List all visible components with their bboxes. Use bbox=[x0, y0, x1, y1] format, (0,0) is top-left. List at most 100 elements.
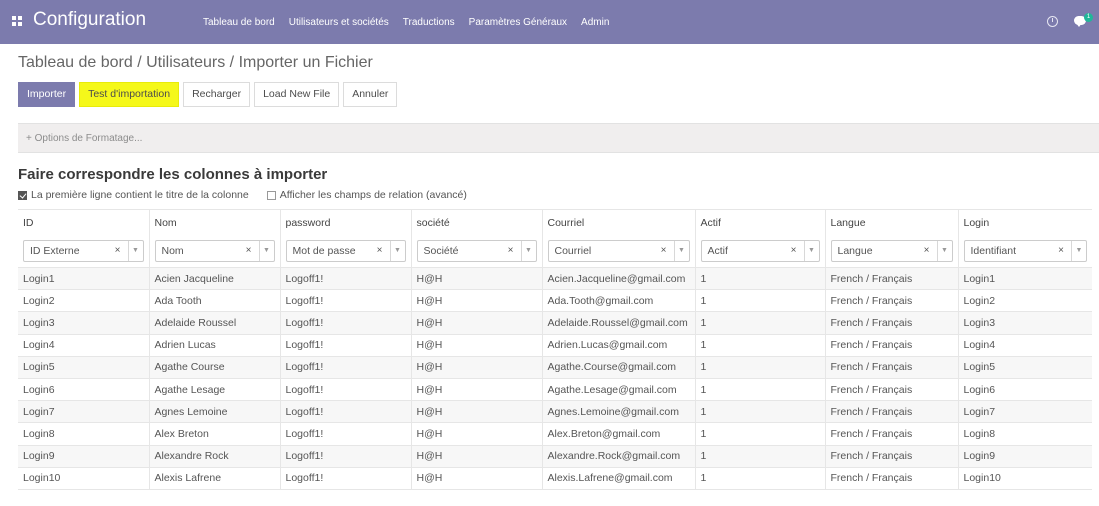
field-mapping-value: Nom bbox=[161, 245, 184, 258]
chevron-down-icon[interactable]: ▼ bbox=[258, 241, 274, 262]
column-header: Langue bbox=[825, 209, 959, 236]
table-cell: Login6 bbox=[958, 377, 1092, 401]
table-cell: H@H bbox=[411, 377, 543, 401]
table-cell: Logoff1! bbox=[280, 377, 412, 401]
table-row: Login7 Agnes Lemoine Logoff1! H@H Agnes.Lemo… bbox=[18, 400, 1092, 423]
activity-clock-icon[interactable] bbox=[1047, 16, 1058, 27]
table-cell: Login3 bbox=[18, 311, 150, 335]
field-mapping-cell: Actif × ▼ bbox=[695, 235, 826, 268]
table-cell: French / Français bbox=[825, 333, 959, 357]
chevron-down-icon[interactable]: ▼ bbox=[936, 241, 952, 262]
apps-menu-icon[interactable] bbox=[12, 16, 22, 26]
table-row: Login1 Acien Jacqueline Logoff1! H@H Acien.J… bbox=[18, 266, 1092, 290]
field-mapping-select[interactable]: Société × ▼ bbox=[416, 240, 537, 263]
table-cell: 1 bbox=[695, 377, 826, 401]
menu-item-general-settings[interactable]: Paramètres Généraux bbox=[469, 17, 567, 28]
table-cell: Ada.Tooth@gmail.com bbox=[542, 289, 696, 312]
formatting-options-toggle[interactable]: + Options de Formatage... bbox=[26, 133, 142, 144]
field-mapping-cell: Mot de passe × ▼ bbox=[280, 235, 412, 268]
table-cell: Login8 bbox=[958, 422, 1092, 445]
table-cell: Logoff1! bbox=[280, 311, 412, 335]
table-row: Login5 Agathe Course Logoff1! H@H Agathe.Cou… bbox=[18, 355, 1092, 379]
table-cell: H@H bbox=[411, 289, 543, 312]
column-header: Login bbox=[958, 209, 1092, 236]
table-cell: Login10 bbox=[18, 466, 150, 490]
table-cell: H@H bbox=[411, 266, 543, 290]
app-title[interactable]: Configuration bbox=[33, 9, 146, 31]
table-cell: Alex Breton bbox=[149, 422, 281, 445]
relation-fields-checkbox[interactable] bbox=[266, 190, 276, 200]
table-cell: French / Français bbox=[825, 422, 959, 445]
table-cell: Login9 bbox=[958, 444, 1092, 468]
menu-item-users-companies[interactable]: Utilisateurs et sociétés bbox=[289, 17, 389, 28]
cancel-button[interactable]: Annuler bbox=[343, 82, 398, 107]
column-header: password bbox=[280, 209, 412, 236]
clear-mapping-icon[interactable]: × bbox=[1058, 241, 1064, 261]
top-navbar: Configuration Tableau de bord Utilisateu… bbox=[0, 0, 1099, 44]
field-mapping-select[interactable]: Mot de passe × ▼ bbox=[285, 240, 406, 263]
clear-mapping-icon[interactable]: × bbox=[791, 241, 797, 261]
clear-mapping-icon[interactable]: × bbox=[115, 241, 121, 261]
clear-mapping-icon[interactable]: × bbox=[246, 241, 252, 261]
section-title: Faire correspondre les colonnes à import… bbox=[18, 166, 328, 183]
field-mapping-select[interactable]: Identifiant × ▼ bbox=[963, 240, 1087, 263]
load-new-file-button[interactable]: Load New File bbox=[254, 82, 340, 107]
table-cell: H@H bbox=[411, 466, 543, 490]
column-header: ID bbox=[18, 209, 150, 236]
test-import-button[interactable]: Test d'importation bbox=[79, 82, 180, 107]
clear-mapping-icon[interactable]: × bbox=[508, 241, 514, 261]
column-header: société bbox=[411, 209, 543, 236]
table-cell: 1 bbox=[695, 289, 826, 312]
menu-item-translations[interactable]: Traductions bbox=[403, 17, 455, 28]
table-cell: Login2 bbox=[958, 289, 1092, 312]
table-cell: Login7 bbox=[18, 400, 150, 423]
field-mapping-cell: Société × ▼ bbox=[411, 235, 543, 268]
menu-item-admin[interactable]: Admin bbox=[581, 17, 609, 28]
clear-mapping-icon[interactable]: × bbox=[377, 241, 383, 261]
reload-button[interactable]: Recharger bbox=[183, 82, 251, 107]
formatting-options-panel[interactable]: + Options de Formatage... bbox=[18, 123, 1099, 153]
field-mapping-select[interactable]: ID Externe × ▼ bbox=[23, 240, 144, 263]
table-cell: Adrien Lucas bbox=[149, 333, 281, 357]
column-header: Actif bbox=[695, 209, 826, 236]
table-cell: Login5 bbox=[958, 355, 1092, 379]
table-cell: Agathe.Course@gmail.com bbox=[542, 355, 696, 379]
chevron-down-icon[interactable]: ▼ bbox=[389, 241, 405, 262]
chevron-down-icon[interactable]: ▼ bbox=[1071, 241, 1086, 262]
menu-item-dashboard[interactable]: Tableau de bord bbox=[203, 17, 275, 28]
table-row: Login10 Alexis Lafrene Logoff1! H@H Alexis.L… bbox=[18, 466, 1092, 490]
chevron-down-icon[interactable]: ▼ bbox=[673, 241, 689, 262]
table-cell: Alexis.Lafrene@gmail.com bbox=[542, 466, 696, 490]
field-mapping-select[interactable]: Langue × ▼ bbox=[830, 240, 953, 263]
field-mapping-cell: ID Externe × ▼ bbox=[18, 235, 150, 268]
table-cell: Alex.Breton@gmail.com bbox=[542, 422, 696, 445]
clear-mapping-icon[interactable]: × bbox=[924, 241, 930, 261]
table-cell: H@H bbox=[411, 400, 543, 423]
table-cell: 1 bbox=[695, 355, 826, 379]
table-cell: Login5 bbox=[18, 355, 150, 379]
field-mapping-select[interactable]: Actif × ▼ bbox=[700, 240, 820, 263]
table-row: Login4 Adrien Lucas Logoff1! H@H Adrien.Luca… bbox=[18, 333, 1092, 357]
field-mapping-select[interactable]: Courriel × ▼ bbox=[547, 240, 690, 263]
field-mapping-select[interactable]: Nom × ▼ bbox=[154, 240, 275, 263]
table-cell: Alexis Lafrene bbox=[149, 466, 281, 490]
relation-fields-label: Afficher les champs de relation (avancé) bbox=[279, 189, 467, 201]
table-cell: Ada Tooth bbox=[149, 289, 281, 312]
first-line-header-checkbox[interactable] bbox=[18, 190, 27, 200]
table-cell: H@H bbox=[411, 333, 543, 357]
relation-fields-option[interactable]: Afficher les champs de relation (avancé) bbox=[266, 189, 467, 201]
table-cell: 1 bbox=[695, 333, 826, 357]
first-line-header-option[interactable]: La première ligne contient le titre de l… bbox=[18, 189, 249, 201]
table-cell: Adelaide Roussel bbox=[149, 311, 281, 335]
chat-badge: 1 bbox=[1084, 13, 1093, 22]
table-row: Login9 Alexandre Rock Logoff1! H@H Alexandre… bbox=[18, 444, 1092, 468]
import-button[interactable]: Importer bbox=[18, 82, 76, 107]
table-cell: French / Français bbox=[825, 311, 959, 335]
table-cell: Logoff1! bbox=[280, 466, 412, 490]
table-cell: 1 bbox=[695, 400, 826, 423]
chevron-down-icon[interactable]: ▼ bbox=[520, 241, 536, 262]
clear-mapping-icon[interactable]: × bbox=[661, 241, 667, 261]
table-cell: Login9 bbox=[18, 444, 150, 468]
chevron-down-icon[interactable]: ▼ bbox=[127, 241, 143, 262]
chevron-down-icon[interactable]: ▼ bbox=[803, 241, 819, 262]
